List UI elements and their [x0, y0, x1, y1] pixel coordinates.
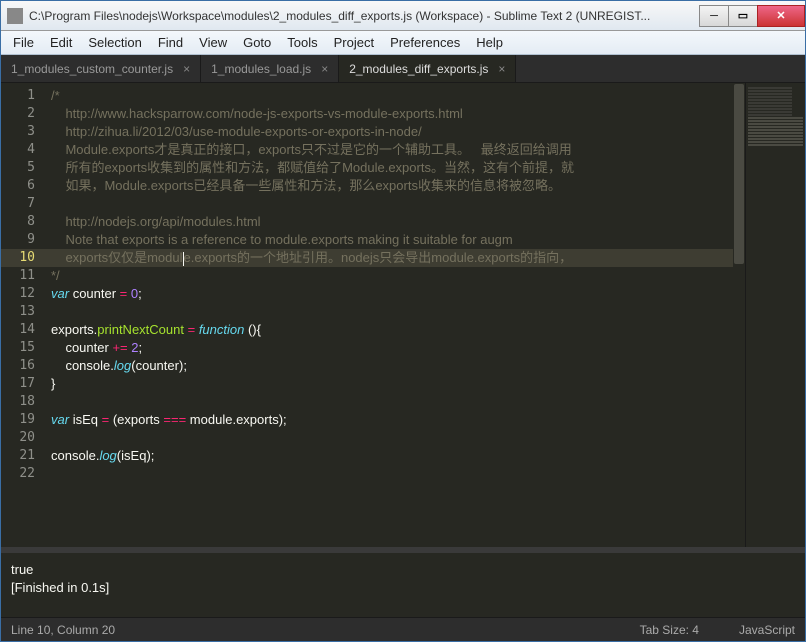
gutter-num: 15 — [1, 339, 51, 357]
code-line: http://zihua.li/2012/03/use-module-expor… — [51, 123, 745, 141]
tab-label: 1_modules_load.js — [211, 62, 311, 76]
gutter-num: 17 — [1, 375, 51, 393]
tab-label: 2_modules_diff_exports.js — [349, 62, 488, 76]
gutter-num: 12 — [1, 285, 51, 303]
gutter-num: 13 — [1, 303, 51, 321]
code-line: console.log(counter); — [51, 357, 745, 375]
status-tabsize[interactable]: Tab Size: 4 — [640, 623, 699, 637]
console-line: [Finished in 0.1s] — [11, 579, 795, 597]
tab-close-icon[interactable]: × — [498, 62, 505, 76]
code-line: counter += 2; — [51, 339, 745, 357]
tab-1[interactable]: 1_modules_custom_counter.js × — [1, 55, 201, 82]
menu-selection[interactable]: Selection — [80, 33, 149, 52]
code-line — [51, 303, 745, 321]
gutter-num: 3 — [1, 123, 51, 141]
line-gutter[interactable]: 1 2 3 4 5 6 7 8 9 10 11 12 13 14 15 16 1… — [1, 83, 51, 547]
menubar: File Edit Selection Find View Goto Tools… — [1, 31, 805, 55]
gutter-num: 1 — [1, 87, 51, 105]
code-area[interactable]: /* http://www.hacksparrow.com/node-js-ex… — [51, 83, 745, 547]
gutter-num: 18 — [1, 393, 51, 411]
editor[interactable]: 1 2 3 4 5 6 7 8 9 10 11 12 13 14 15 16 1… — [1, 83, 805, 547]
code-line: exports.printNextCount = function (){ — [51, 321, 745, 339]
menu-view[interactable]: View — [191, 33, 235, 52]
code-line: exports仅仅是module.exports的一个地址引用。nodejs只会… — [51, 249, 745, 267]
menu-edit[interactable]: Edit — [42, 33, 80, 52]
code-line: var counter = 0; — [51, 285, 745, 303]
code-line — [51, 465, 745, 483]
menu-preferences[interactable]: Preferences — [382, 33, 468, 52]
tab-2[interactable]: 1_modules_load.js × — [201, 55, 339, 82]
close-button[interactable]: ✕ — [757, 5, 805, 27]
status-position[interactable]: Line 10, Column 20 — [11, 623, 600, 637]
gutter-num: 10 — [1, 249, 51, 267]
gutter-num: 6 — [1, 177, 51, 195]
gutter-num: 22 — [1, 465, 51, 483]
gutter-num: 8 — [1, 213, 51, 231]
gutter-num: 20 — [1, 429, 51, 447]
minimize-button[interactable]: ─ — [699, 5, 729, 27]
code-line — [51, 429, 745, 447]
gutter-num: 4 — [1, 141, 51, 159]
build-console: true [Finished in 0.1s] — [1, 547, 805, 617]
code-line: /* — [51, 87, 745, 105]
gutter-num: 16 — [1, 357, 51, 375]
tab-bar: 1_modules_custom_counter.js × 1_modules_l… — [1, 55, 805, 83]
code-line — [51, 195, 745, 213]
gutter-num: 14 — [1, 321, 51, 339]
tab-3[interactable]: 2_modules_diff_exports.js × — [339, 55, 516, 82]
app-icon — [7, 8, 23, 24]
code-line: var isEq = (exports === module.exports); — [51, 411, 745, 429]
maximize-button[interactable]: ▭ — [728, 5, 758, 27]
menu-tools[interactable]: Tools — [279, 33, 325, 52]
menu-find[interactable]: Find — [150, 33, 191, 52]
menu-file[interactable]: File — [5, 33, 42, 52]
gutter-num: 7 — [1, 195, 51, 213]
code-line: http://www.hacksparrow.com/node-js-expor… — [51, 105, 745, 123]
gutter-num: 9 — [1, 231, 51, 249]
code-line: Note that exports is a reference to modu… — [51, 231, 745, 249]
tab-label: 1_modules_custom_counter.js — [11, 62, 173, 76]
titlebar[interactable]: C:\Program Files\nodejs\Workspace\module… — [1, 1, 805, 31]
window-title: C:\Program Files\nodejs\Workspace\module… — [29, 9, 700, 23]
vertical-scrollbar[interactable] — [733, 83, 745, 547]
gutter-num: 11 — [1, 267, 51, 285]
code-line: } — [51, 375, 745, 393]
statusbar: Line 10, Column 20 Tab Size: 4 JavaScrip… — [1, 617, 805, 641]
code-line: */ — [51, 267, 745, 285]
gutter-num: 2 — [1, 105, 51, 123]
console-line: true — [11, 561, 795, 579]
code-line — [51, 393, 745, 411]
gutter-num: 21 — [1, 447, 51, 465]
scroll-thumb[interactable] — [734, 84, 744, 264]
tab-close-icon[interactable]: × — [321, 62, 328, 76]
code-line: Module.exports才是真正的接口，exports只不过是它的一个辅助工… — [51, 141, 745, 159]
menu-help[interactable]: Help — [468, 33, 511, 52]
gutter-num: 5 — [1, 159, 51, 177]
menu-goto[interactable]: Goto — [235, 33, 279, 52]
code-line: 所有的exports收集到的属性和方法，都赋值给了Module.exports。… — [51, 159, 745, 177]
code-line: 如果，Module.exports已经具备一些属性和方法，那么exports收集… — [51, 177, 745, 195]
menu-project[interactable]: Project — [326, 33, 382, 52]
tab-close-icon[interactable]: × — [183, 62, 190, 76]
code-line: http://nodejs.org/api/modules.html — [51, 213, 745, 231]
gutter-num: 19 — [1, 411, 51, 429]
status-syntax[interactable]: JavaScript — [739, 623, 795, 637]
minimap[interactable] — [745, 83, 805, 547]
code-line: console.log(isEq); — [51, 447, 745, 465]
